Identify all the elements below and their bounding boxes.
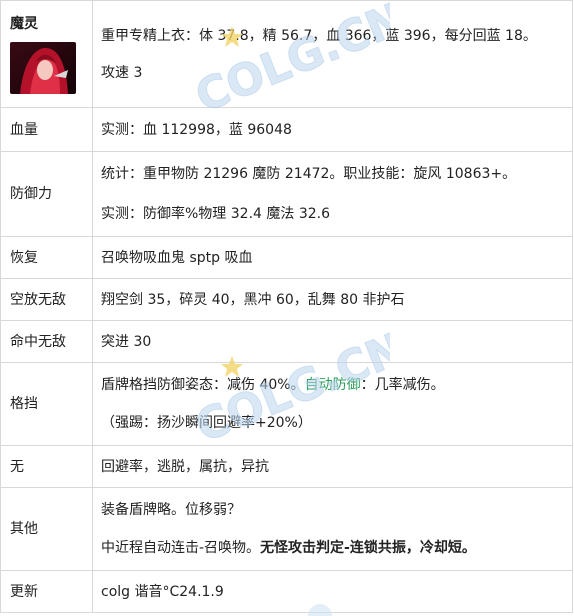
defense-measured: 实测：防御率%物理 32.4 魔法 32.6 (101, 206, 330, 222)
block-cell: 盾牌格挡防御姿态：减伤 40%。自动防御：几率减伤。 （强踢：扬沙瞬间回避率+2… (92, 362, 573, 446)
air-invincible-label: 空放无敌 (0, 278, 93, 321)
none-label: 无 (0, 445, 93, 488)
block-text-1: 盾牌格挡防御姿态：减伤 40%。 (101, 377, 305, 393)
hero-gear-line: 重甲专精上衣：体 37.8，精 56.7，血 366，蓝 396，每分回蓝 18… (101, 27, 537, 44)
recover-value: 召唤物吸血鬼 sptp 吸血 (92, 236, 573, 279)
defense-cell: 统计：重甲物防 21296 魔防 21472。职业技能：旋风 10863+。 实… (92, 151, 573, 237)
block-label: 格挡 (0, 362, 93, 446)
recover-label: 恢复 (0, 236, 93, 279)
hero-name: 魔灵 (10, 16, 38, 32)
hit-invincible-label: 命中无敌 (0, 320, 93, 363)
hit-invincible-row: 命中无敌 突进 30 (0, 320, 573, 363)
other-label: 其他 (0, 487, 93, 571)
hero-info-table: 魔灵 重甲专精上衣：体 37.8，精 56.7，血 366，蓝 396，每分回蓝… (0, 0, 573, 613)
hero-attack-speed: 攻速 3 (101, 64, 143, 81)
none-value: 回避率，逃脱，属抗，异抗 (92, 445, 573, 488)
hit-invincible-value: 突进 30 (92, 320, 573, 363)
block-text-2: ：几率减伤。 (360, 377, 445, 393)
recover-row: 恢复 召唤物吸血鬼 sptp 吸血 (0, 236, 573, 279)
air-invincible-value: 翔空剑 35，碎灵 40，黑冲 60，乱舞 80 非护石 (92, 278, 573, 321)
other-bold-text: 无怪攻击判定-连锁共振，冷却短。 (260, 540, 476, 556)
other-plain-text: 中近程自动连击-召唤物。 (101, 540, 261, 556)
none-row: 无 回避率，逃脱，属抗，异抗 (0, 445, 573, 488)
update-row: 更新 colg 谐音°C24.1.9 (0, 570, 573, 613)
hero-avatar (10, 42, 76, 94)
hero-cell: 魔灵 (0, 0, 93, 108)
hero-gear-cell: 重甲专精上衣：体 37.8，精 56.7，血 366，蓝 396，每分回蓝 18… (92, 0, 573, 108)
other-cell: 装备盾牌略。位移弱？ 中近程自动连击-召唤物。无怪攻击判定-连锁共振，冷却短。 (92, 487, 573, 571)
hero-row: 魔灵 重甲专精上衣：体 37.8，精 56.7，血 366，蓝 396，每分回蓝… (0, 0, 573, 108)
block-row: 格挡 盾牌格挡防御姿态：减伤 40%。自动防御：几率减伤。 （强踢：扬沙瞬间回避… (0, 362, 573, 446)
hp-row: 血量 实测：血 112998，蓝 96048 (0, 107, 573, 152)
defense-stats: 统计：重甲物防 21296 魔防 21472。职业技能：旋风 10863+。 (101, 166, 517, 182)
block-line: 盾牌格挡防御姿态：减伤 40%。自动防御：几率减伤。 (101, 375, 572, 395)
update-label: 更新 (0, 570, 93, 613)
block-kick-note: （强踢：扬沙瞬间回避率+20%） (101, 415, 312, 431)
other-row: 其他 装备盾牌略。位移弱？ 中近程自动连击-召唤物。无怪攻击判定-连锁共振，冷却… (0, 487, 573, 571)
auto-defense-text: 自动防御 (304, 377, 361, 393)
other-line-2: 中近程自动连击-召唤物。无怪攻击判定-连锁共振，冷却短。 (101, 538, 572, 558)
hp-value: 实测：血 112998，蓝 96048 (92, 107, 573, 152)
defense-row: 防御力 统计：重甲物防 21296 魔防 21472。职业技能：旋风 10863… (0, 151, 573, 237)
defense-label: 防御力 (0, 151, 93, 237)
update-value: colg 谐音°C24.1.9 (92, 570, 573, 613)
hp-label: 血量 (0, 107, 93, 152)
other-line-1: 装备盾牌略。位移弱？ (101, 502, 241, 518)
air-invincible-row: 空放无敌 翔空剑 35，碎灵 40，黑冲 60，乱舞 80 非护石 (0, 278, 573, 321)
